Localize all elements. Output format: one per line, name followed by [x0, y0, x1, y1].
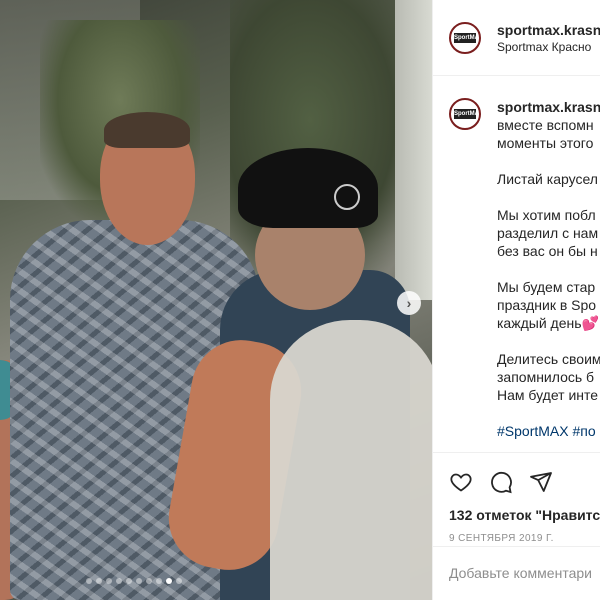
heart-icon[interactable] — [449, 470, 473, 494]
carousel-dot — [136, 578, 142, 584]
post-header: SportMAX sportmax.krasn Sportmax Красно — [433, 0, 600, 76]
post-actions: 132 отметок "Нравитс 9 СЕНТЯБРЯ 2019 Г. — [433, 452, 600, 544]
header-names: sportmax.krasn Sportmax Красно — [497, 21, 600, 55]
avatar[interactable]: SportMAX — [449, 98, 481, 130]
foreground-person — [270, 320, 432, 600]
caption-blank-line — [497, 188, 600, 206]
caption-line: запомнилось б — [497, 369, 595, 385]
likes-count[interactable]: 132 отметок "Нравитс — [433, 499, 600, 523]
location-link[interactable]: Sportmax Красно — [497, 39, 600, 55]
post-photo[interactable]: › — [0, 0, 432, 600]
carousel-dot — [166, 578, 172, 584]
sportmax-logo: SportMAX — [454, 109, 476, 119]
caption-body: sportmax.krasn вместе вспомн моменты этог… — [497, 98, 600, 440]
action-icons — [433, 453, 600, 499]
carousel-dot — [106, 578, 112, 584]
caption-blank-line — [497, 152, 600, 170]
post-date[interactable]: 9 СЕНТЯБРЯ 2019 Г. — [433, 523, 600, 544]
carousel-dots — [86, 578, 182, 584]
caption-line: праздник в Spo — [497, 297, 597, 313]
avatar[interactable]: SportMAX — [449, 21, 481, 54]
caption-blank-line — [497, 404, 600, 422]
carousel-dot — [126, 578, 132, 584]
caption-line: вместе вспомн — [497, 117, 594, 133]
carousel-dot — [156, 578, 162, 584]
carousel-dot — [86, 578, 92, 584]
username-link[interactable]: sportmax.krasn — [497, 21, 600, 39]
caption-line: Мы хотим побл — [497, 207, 596, 223]
caption-comment: SportMAX sportmax.krasn вместе вспомн мом… — [449, 98, 600, 440]
comment-icon[interactable] — [489, 470, 513, 494]
caption-username[interactable]: sportmax.krasn — [497, 98, 600, 116]
caption-line: без вас он бы н — [497, 243, 598, 259]
carousel-next-button[interactable]: › — [397, 291, 421, 315]
chevron-right-icon: › — [406, 295, 412, 311]
carousel-dot — [116, 578, 122, 584]
share-icon[interactable] — [529, 470, 553, 494]
black-cap — [238, 148, 378, 228]
caption-line: Листай карусел — [497, 171, 598, 187]
carousel-dot — [146, 578, 152, 584]
caption-text: вместе вспомн моменты этого Листай карусел… — [497, 116, 600, 440]
caption-blank-line — [497, 260, 600, 278]
caption-line: Делитесь своим — [497, 351, 600, 367]
caption-line: моменты этого — [497, 135, 594, 151]
man-hair — [104, 112, 190, 148]
caption-hashtags[interactable]: #SportMAX #по — [497, 422, 600, 440]
background-pillar — [395, 0, 432, 300]
caption-line: каждый день💕 — [497, 315, 599, 331]
caption-line: Мы будем стар — [497, 279, 596, 295]
caption-line: разделил с нам — [497, 225, 599, 241]
carousel-dot — [96, 578, 102, 584]
caption-blank-line — [497, 332, 600, 350]
post-side-panel: SportMAX sportmax.krasn Sportmax Красно … — [432, 0, 600, 600]
comment-input[interactable]: Добавьте комментари — [433, 546, 600, 600]
carousel-dot — [176, 578, 182, 584]
caption-line: Нам будет инте — [497, 387, 599, 403]
sportmax-logo: SportMAX — [454, 32, 476, 43]
